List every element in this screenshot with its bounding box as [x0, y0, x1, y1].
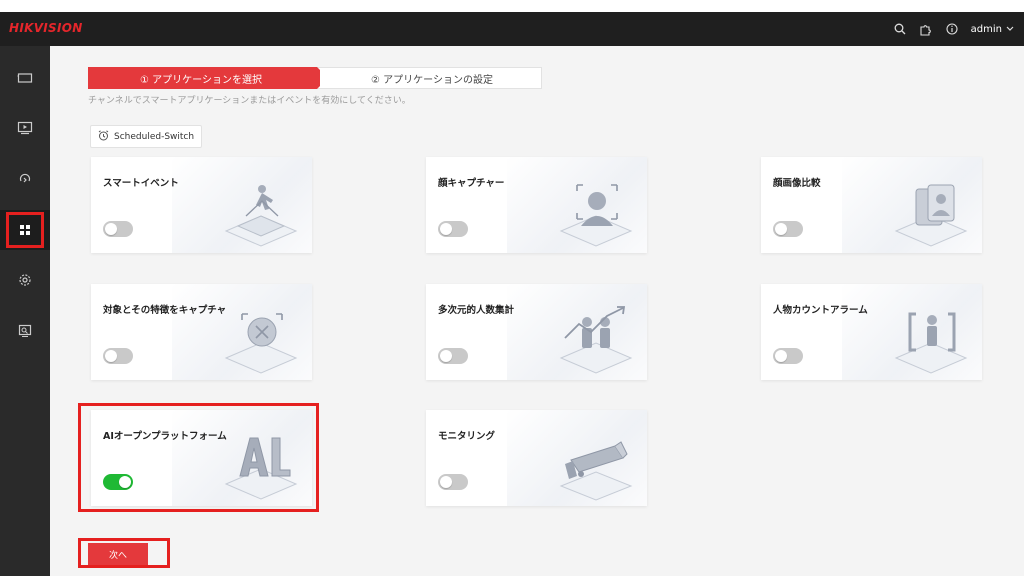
step-configure-app[interactable]: ② アプリケーションの設定	[310, 67, 542, 89]
card-title: スマートイベント	[103, 178, 179, 189]
card-title: モニタリング	[438, 431, 496, 442]
people-count-icon	[559, 306, 633, 374]
enable-toggle[interactable]	[438, 348, 468, 364]
sidebar-item-device[interactable]	[0, 58, 50, 98]
top-bar: HIKVISION admin	[0, 12, 1024, 46]
enable-toggle[interactable]	[773, 221, 803, 237]
chevron-down-icon	[1006, 24, 1014, 35]
app-card-face-capture[interactable]: 顔キャプチャー	[426, 157, 647, 253]
search-icon[interactable]	[893, 22, 907, 36]
card-title: 対象とその特徴をキャプチャ	[103, 305, 227, 316]
enable-toggle[interactable]	[438, 221, 468, 237]
sidebar-item-maintenance[interactable]	[0, 312, 50, 352]
replay-icon	[18, 171, 32, 190]
app-card-face-compare[interactable]: 顔画像比較	[761, 157, 982, 253]
card-title: 人物カウントアラーム	[773, 305, 868, 316]
app-card-smart-event[interactable]: スマートイベント	[91, 157, 312, 253]
face-capture-icon	[559, 184, 633, 247]
wizard-steps: ① アプリケーションを選択 ② アプリケーションの設定	[88, 67, 542, 89]
highlight-ai-card	[78, 403, 319, 512]
enable-toggle[interactable]	[103, 221, 133, 237]
sidebar-item-playback[interactable]	[0, 160, 50, 200]
app-card-monitoring[interactable]: モニタリング	[426, 410, 647, 506]
card-title: 顔画像比較	[773, 178, 821, 189]
sidebar	[0, 46, 50, 576]
face-compare-icon	[894, 184, 968, 247]
alarm-clock-icon	[98, 129, 109, 144]
active-highlight	[6, 212, 44, 248]
maintenance-icon	[18, 323, 32, 342]
camera-icon	[559, 441, 633, 501]
scheduled-switch-label: Scheduled-Switch	[114, 131, 195, 142]
gear-icon	[18, 272, 32, 291]
enable-toggle[interactable]	[773, 348, 803, 364]
enable-toggle[interactable]	[103, 348, 133, 364]
sidebar-item-live-view[interactable]	[0, 109, 50, 149]
scheduled-switch-button[interactable]: Scheduled-Switch	[90, 125, 203, 148]
brand-logo: HIKVISION	[9, 21, 83, 35]
app-card-person-alarm[interactable]: 人物カウントアラーム	[761, 284, 982, 380]
step-select-app[interactable]: ① アプリケーションを選択	[88, 67, 320, 89]
info-icon[interactable]	[945, 22, 959, 36]
top-bar-actions: admin	[893, 12, 1014, 46]
user-menu[interactable]: admin	[971, 24, 1014, 35]
playback-icon	[17, 120, 33, 139]
instruction-text: チャンネルでスマートアプリケーションまたはイベントを有効にしてください。	[88, 96, 411, 106]
target-capture-icon	[224, 313, 298, 374]
puzzle-icon[interactable]	[919, 22, 933, 36]
highlight-next-button	[78, 538, 170, 568]
sidebar-item-settings[interactable]	[0, 261, 50, 301]
card-title: 多次元的人数集計	[438, 305, 515, 316]
person-alarm-icon	[894, 312, 968, 374]
monitor-icon	[17, 69, 33, 88]
app-card-target-capture[interactable]: 対象とその特徴をキャプチャ	[91, 284, 312, 380]
sidebar-item-applications[interactable]	[0, 210, 50, 250]
app-card-people-count[interactable]: 多次元的人数集計	[426, 284, 647, 380]
card-title: 顔キャプチャー	[438, 178, 505, 189]
user-name: admin	[970, 23, 1002, 35]
smart-event-icon	[224, 185, 298, 247]
enable-toggle[interactable]	[438, 474, 468, 490]
